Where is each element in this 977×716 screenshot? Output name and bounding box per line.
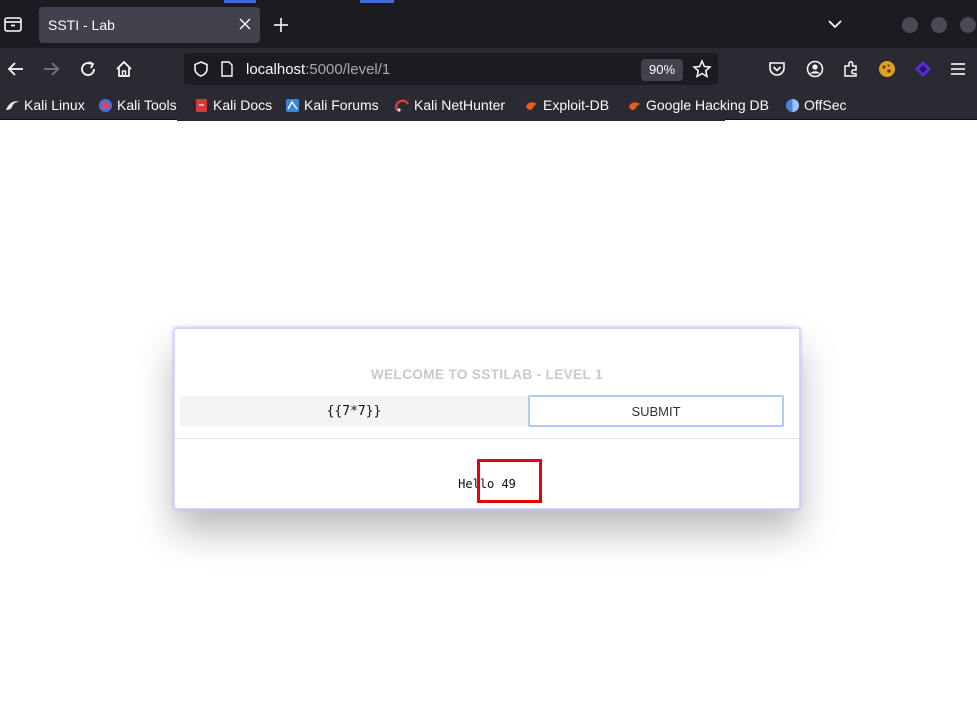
address-bar[interactable]: localhost:5000/level/1 90%	[184, 53, 718, 85]
bookmark-kali-forums[interactable]: Kali Forums	[285, 95, 379, 115]
kali-docs-icon	[196, 98, 207, 112]
cookie-extension-icon[interactable]	[877, 59, 897, 79]
new-tab-icon[interactable]	[272, 16, 290, 34]
bookmark-kali-linux[interactable]: Kali Linux	[5, 95, 85, 115]
zoom-level-badge[interactable]: 90%	[641, 59, 683, 81]
bookmark-label: Kali NetHunter	[414, 97, 506, 113]
bookmark-kali-nethunter[interactable]: Kali NetHunter	[395, 95, 505, 115]
kali-forums-icon	[286, 98, 299, 112]
tab-list-icon[interactable]	[2, 13, 24, 35]
bookmark-label: Exploit-DB	[543, 97, 610, 113]
tab-indicator	[224, 0, 256, 3]
back-arrow-icon[interactable]	[6, 59, 26, 79]
bookmark-kali-docs[interactable]: Kali Docs	[194, 95, 272, 115]
url-host: localhost	[246, 61, 306, 78]
close-window-button[interactable]	[960, 17, 976, 33]
submit-button[interactable]: SUBMIT	[528, 395, 784, 427]
reload-icon[interactable]	[78, 59, 98, 79]
home-icon[interactable]	[114, 59, 134, 79]
bookmark-exploit-db[interactable]: Exploit-DB	[524, 95, 609, 115]
bookmark-google-hacking-db[interactable]: Google Hacking DB	[627, 95, 769, 115]
list-all-tabs-icon[interactable]	[826, 17, 844, 31]
tab-title: SSTI - Lab	[48, 17, 115, 33]
bookmark-star-icon[interactable]	[692, 59, 712, 79]
page-info-icon[interactable]	[220, 61, 234, 77]
nethunter-icon	[395, 99, 410, 112]
ghdb-icon	[629, 101, 640, 110]
divider	[175, 438, 799, 439]
toolbar-edge	[177, 119, 725, 121]
account-icon[interactable]	[805, 59, 825, 79]
bookmark-label: Kali Tools	[117, 97, 177, 113]
close-tab-icon[interactable]	[238, 17, 252, 31]
menu-hamburger-icon[interactable]	[948, 59, 968, 79]
exploit-db-icon	[526, 101, 537, 110]
kali-dragon-icon	[6, 100, 19, 110]
bookmark-label: Kali Linux	[24, 97, 85, 113]
active-tab[interactable]: SSTI - Lab	[39, 7, 260, 43]
url-text[interactable]: localhost:5000/level/1	[246, 61, 390, 78]
shield-icon[interactable]	[192, 60, 210, 78]
offsec-icon	[786, 98, 799, 112]
bookmark-label: Kali Docs	[213, 97, 273, 113]
proxy-extension-icon[interactable]	[913, 59, 933, 79]
bookmarks-toolbar: Kali Linux Kali Tools Kali Docs Kali For…	[0, 90, 977, 120]
bookmark-label: OffSec	[804, 97, 847, 113]
minimize-button[interactable]	[902, 17, 918, 33]
tab-bar: SSTI - Lab	[0, 0, 977, 48]
highlight-annotation	[477, 459, 542, 503]
navigation-toolbar: localhost:5000/level/1 90%	[0, 48, 977, 90]
bookmark-offsec[interactable]: OffSec	[785, 95, 847, 115]
forward-arrow-icon[interactable]	[41, 59, 61, 79]
bookmark-label: Google Hacking DB	[646, 97, 769, 113]
extensions-icon[interactable]	[841, 59, 861, 79]
url-path: :5000/level/1	[305, 61, 391, 78]
page-title: WELCOME TO SSTILAB - LEVEL 1	[371, 367, 603, 382]
pocket-icon[interactable]	[767, 59, 787, 79]
kali-tools-icon	[99, 98, 112, 112]
bookmark-label: Kali Forums	[304, 97, 379, 113]
name-input[interactable]	[180, 396, 528, 426]
tab-indicator	[360, 0, 394, 3]
bookmark-kali-tools[interactable]: Kali Tools	[98, 95, 177, 115]
maximize-button[interactable]	[931, 17, 947, 33]
